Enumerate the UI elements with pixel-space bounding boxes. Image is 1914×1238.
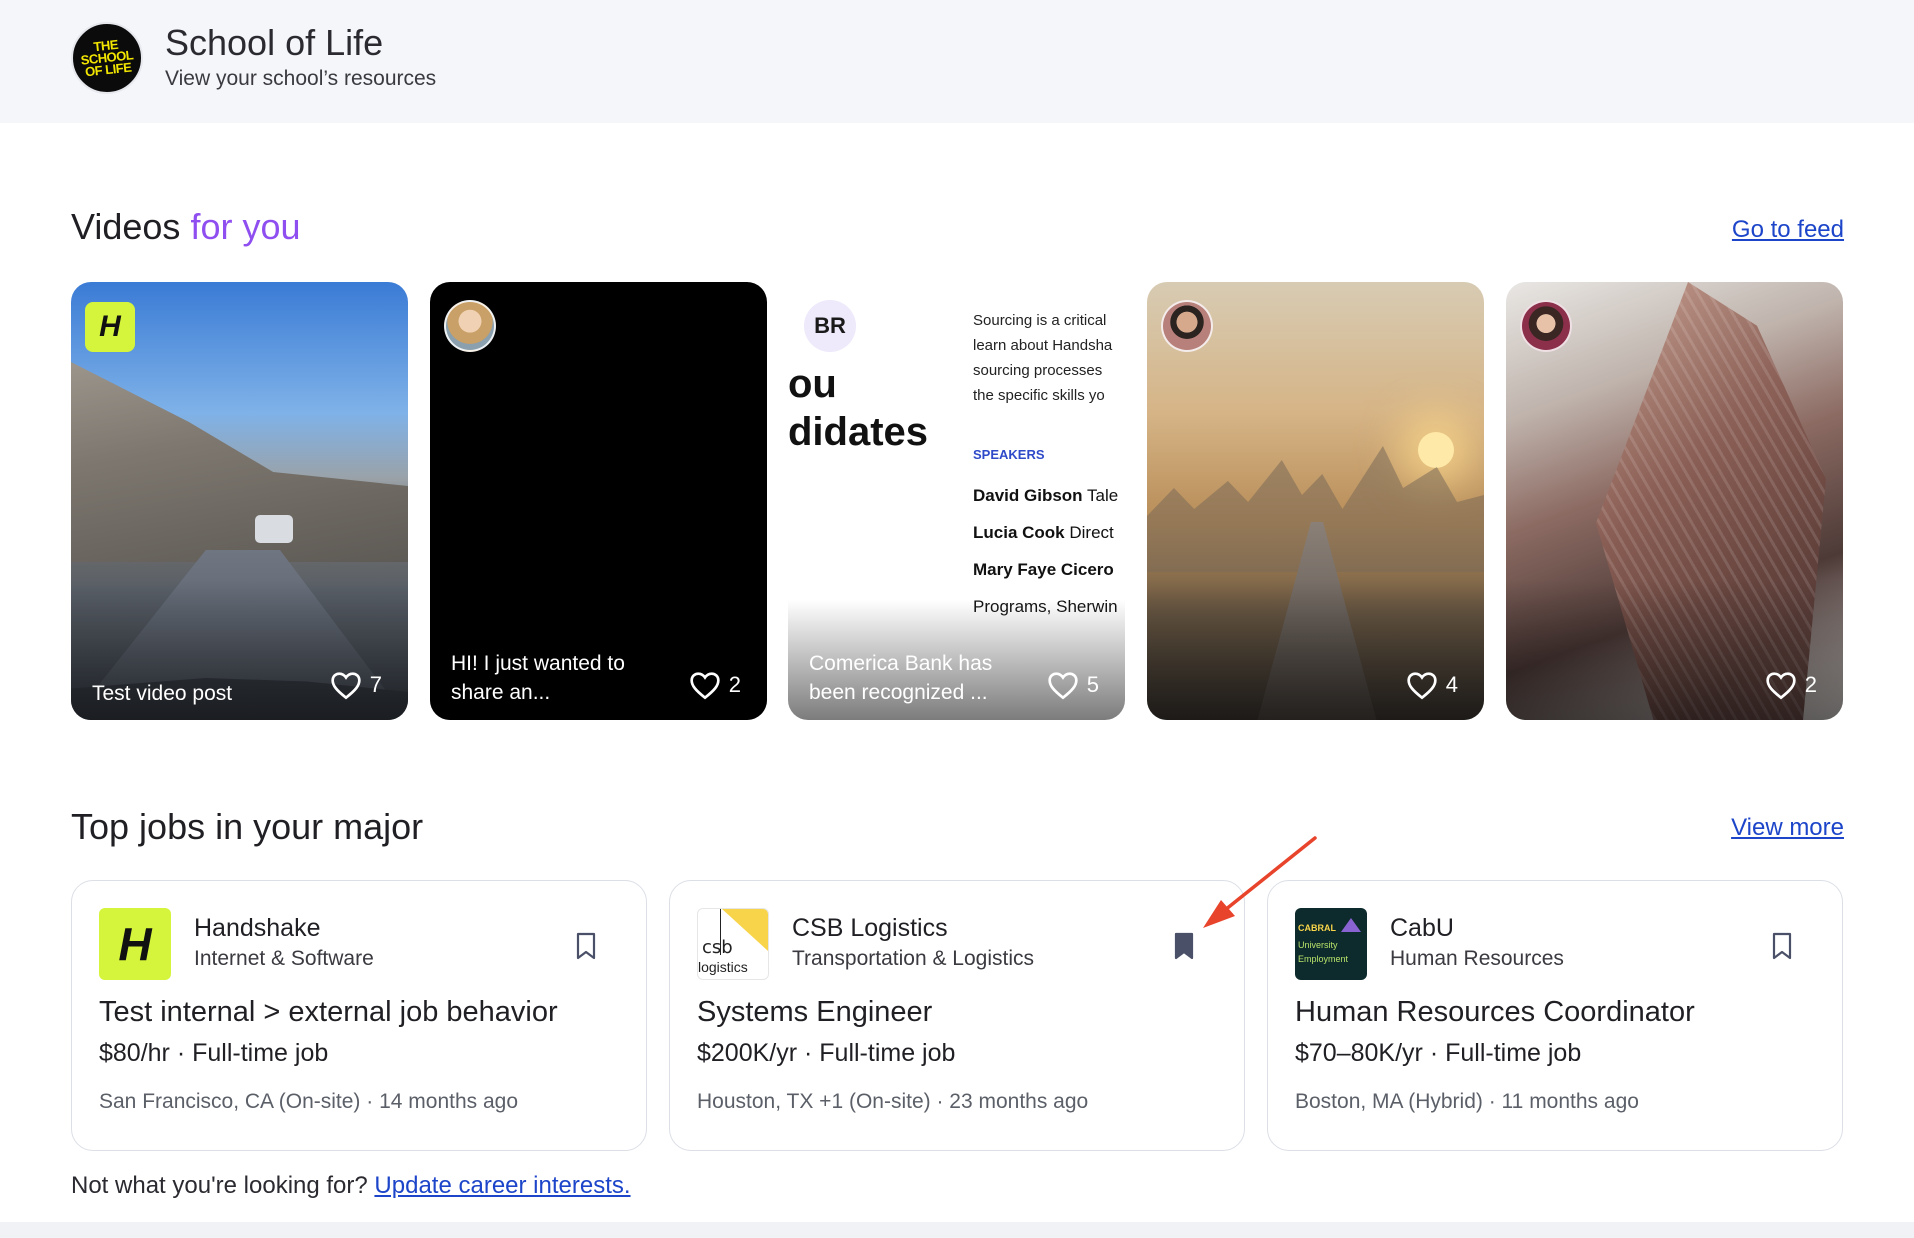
slide-text-line: the specific skills yo	[973, 387, 1105, 404]
slide-heading-line: didates	[788, 410, 929, 454]
heart-icon	[331, 672, 361, 700]
company-industry: Transportation & Logistics	[792, 947, 1035, 970]
school-subtitle: View your school’s resources	[165, 67, 437, 90]
company-industry: Human Resources	[1390, 947, 1564, 970]
bottom-strip	[0, 1222, 1914, 1238]
company-name: CSB Logistics	[792, 914, 948, 942]
job-title[interactable]: Human Resources Coordinator	[1295, 996, 1695, 1029]
slide-text-line: sourcing processes	[973, 362, 1103, 379]
video-like-count: 4	[1445, 672, 1458, 697]
video-thumbnail-mountain	[71, 362, 408, 562]
school-name: School of Life	[165, 22, 384, 63]
speaker-name: Mary Faye Cicero	[973, 560, 1114, 579]
school-header: THE SCHOOL OF LIFE School of Life View y…	[0, 0, 1914, 123]
video-like-count: 2	[1804, 672, 1817, 697]
creator-avatar[interactable]	[444, 300, 496, 352]
video-caption: Test video post	[92, 682, 233, 705]
job-meta: Boston, MA (Hybrid) · 11 months ago	[1295, 1090, 1639, 1113]
slide-text-line: Sourcing is a critical	[973, 312, 1107, 329]
video-card[interactable]: HI! I just wanted to share an... 2	[430, 282, 767, 720]
video-card[interactable]: 2	[1506, 282, 1843, 720]
video-caption: Comerica Bank has been recognized ...	[809, 652, 993, 704]
speaker-role: Tale	[1087, 486, 1119, 505]
job-meta: Houston, TX +1 (On-site) · 23 months ago	[697, 1090, 1089, 1113]
video-likes[interactable]: 7	[330, 670, 382, 700]
video-likes[interactable]: 2	[689, 670, 741, 700]
video-likes[interactable]: 2	[1765, 670, 1817, 700]
school-logo: THE SCHOOL OF LIFE	[71, 22, 143, 94]
video-caption: HI! I just wanted to share an...	[451, 652, 625, 704]
go-to-feed-link[interactable]: Go to feed	[1732, 216, 1844, 244]
logo-mark	[1341, 918, 1361, 932]
bookmark-icon[interactable]	[1771, 932, 1793, 960]
jobs-section-title: Top jobs in your major	[71, 806, 424, 847]
slide-speaker: David Gibson Tale	[973, 477, 1118, 514]
career-interests-prompt: Not what you're looking for?	[71, 1172, 368, 1199]
company-logo-subtext: logistics	[698, 959, 748, 975]
video-carousel: H Test video post 7 HI! I just wanted to…	[71, 282, 1843, 720]
annotation-arrow-icon	[1203, 836, 1317, 928]
job-pay: $70–80K/yr · Full-time job	[1295, 1039, 1582, 1067]
job-card[interactable]: CABRAL University Employment CabU Human …	[1267, 880, 1843, 1151]
video-like-count: 7	[369, 672, 382, 697]
career-interests-note: Not what you're looking for? Update care…	[71, 1172, 631, 1200]
school-logo-text: THE SCHOOL OF LIFE	[79, 36, 134, 80]
creator-avatar[interactable]	[1520, 300, 1572, 352]
video-likes[interactable]: 4	[1406, 670, 1458, 700]
slide-text-line: learn about Handsha	[973, 337, 1113, 354]
job-title[interactable]: Systems Engineer	[697, 996, 932, 1029]
videos-title-accent: for you	[190, 206, 301, 247]
speaker-role: Direct	[1069, 523, 1114, 542]
video-card[interactable]: 4	[1147, 282, 1484, 720]
company-logo-letter: H	[118, 918, 152, 970]
company-logo: csb logistics	[697, 908, 769, 980]
slide-heading-line: ou	[788, 362, 837, 406]
handshake-avatar-letter: H	[99, 310, 121, 343]
job-pay: $200K/yr · Full-time job	[697, 1039, 956, 1067]
video-card[interactable]: H Test video post 7	[71, 282, 408, 720]
video-thumbnail-car	[255, 515, 293, 543]
slide-speaker: Mary Faye Cicero	[973, 551, 1118, 588]
slide-body-text: Sourcing is a critical learn about Hands…	[973, 308, 1112, 408]
heart-icon	[690, 672, 720, 700]
job-title[interactable]: Test internal > external job behavior	[99, 996, 558, 1029]
job-meta: San Francisco, CA (On-site) · 14 months …	[99, 1090, 519, 1113]
speaker-name: David Gibson	[973, 486, 1083, 505]
company-logo: H	[99, 908, 171, 980]
company-industry: Internet & Software	[194, 947, 374, 970]
heart-icon	[1407, 672, 1437, 700]
company-logo-text: csb	[702, 937, 733, 958]
company-name: CabU	[1390, 914, 1454, 942]
video-like-count: 2	[728, 672, 741, 697]
bookmark-icon[interactable]	[575, 932, 597, 960]
slide-speakers-label: SPEAKERS	[973, 447, 1045, 462]
company-logo-subtext: University Employment	[1298, 940, 1349, 964]
speaker-name: Lucia Cook	[973, 523, 1065, 542]
job-pay: $80/hr · Full-time job	[99, 1039, 329, 1067]
video-likes[interactable]: 5	[1047, 670, 1099, 700]
bookmark-filled-icon[interactable]	[1173, 932, 1195, 960]
heart-icon	[1766, 672, 1796, 700]
company-name: Handshake	[194, 914, 321, 942]
job-card[interactable]: H Handshake Internet & Software Test int…	[71, 880, 647, 1151]
creator-avatar[interactable]: BR	[804, 300, 856, 352]
video-like-count: 5	[1086, 672, 1099, 697]
slide-speaker: Lucia Cook Direct	[973, 514, 1118, 551]
video-card[interactable]: c ou didates Sourcing is a critical lear…	[788, 282, 1125, 720]
view-more-link[interactable]: View more	[1731, 814, 1844, 842]
heart-icon	[1048, 672, 1078, 700]
video-thumbnail-sun	[1418, 432, 1454, 468]
update-career-interests-link[interactable]: Update career interests.	[374, 1172, 630, 1199]
handshake-avatar[interactable]: H	[85, 302, 135, 352]
job-card[interactable]: csb logistics CSB Logistics Transportati…	[669, 880, 1245, 1151]
creator-avatar[interactable]	[1161, 300, 1213, 352]
videos-title-prefix: Videos	[71, 206, 181, 247]
videos-section-title: Videos for you	[71, 206, 301, 248]
